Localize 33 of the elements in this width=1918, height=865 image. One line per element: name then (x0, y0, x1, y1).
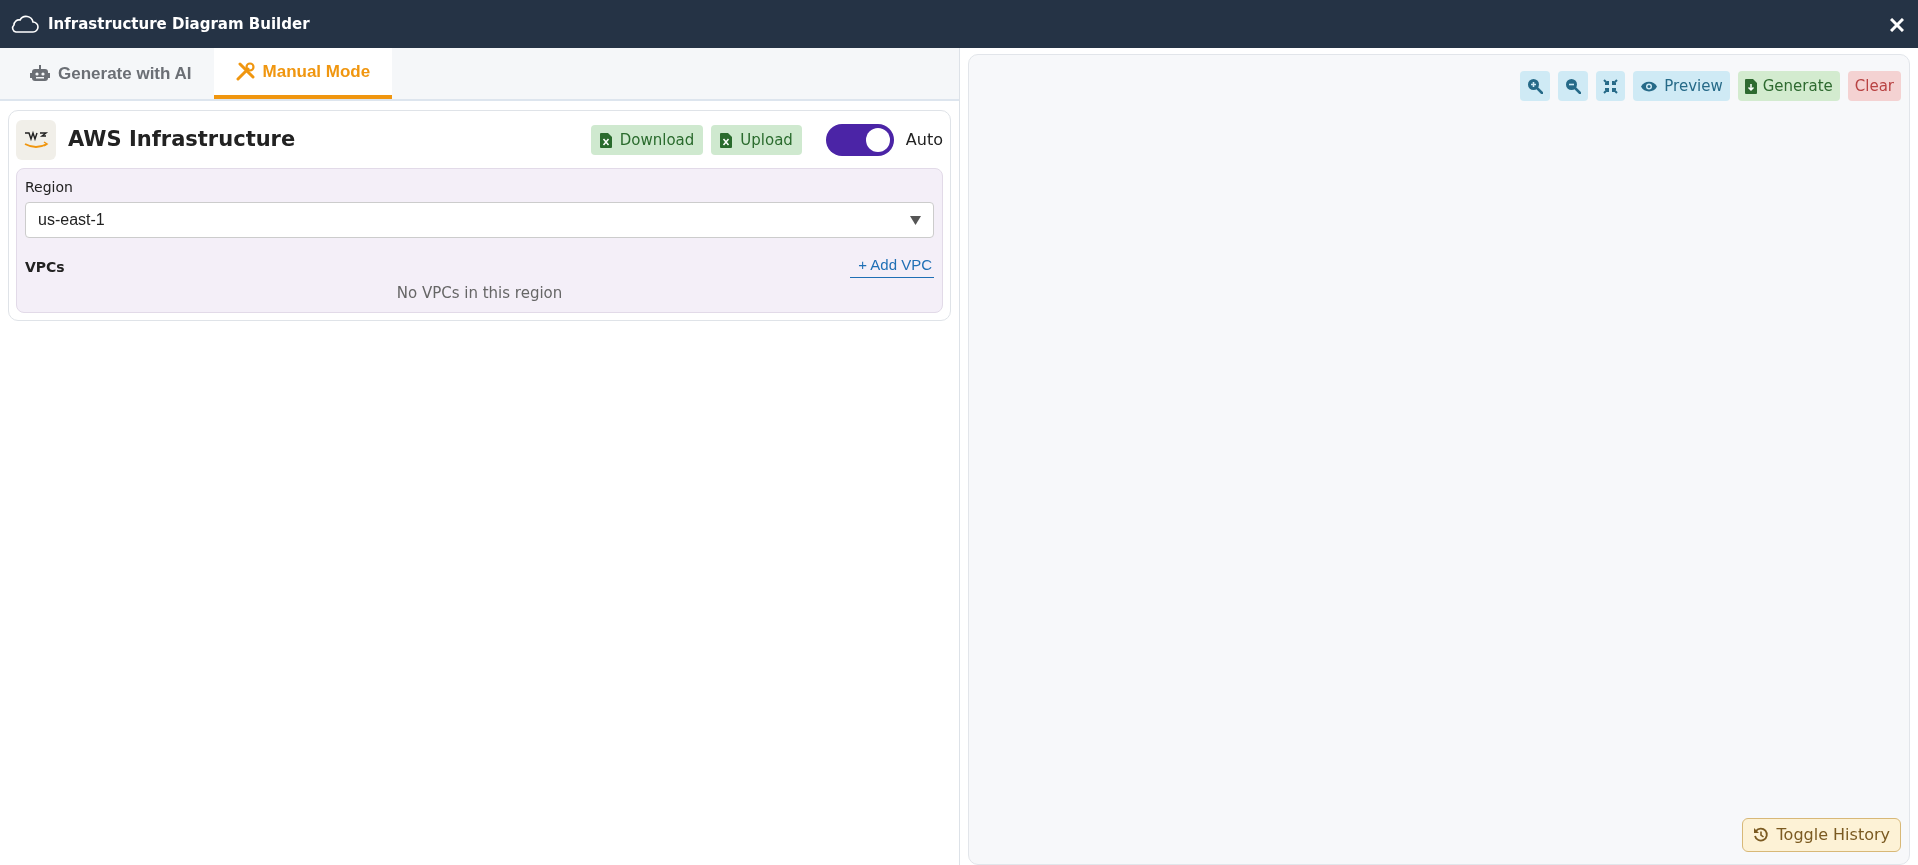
add-vpc-link[interactable]: + Add VPC (850, 254, 934, 278)
region-select[interactable]: us-east-1 (25, 202, 934, 238)
field-label: Region (25, 178, 74, 197)
download-button[interactable]: Download (590, 124, 704, 156)
toggle-history-button[interactable]: Toggle History (1741, 818, 1901, 852)
caret-icon (910, 215, 921, 225)
spreadsheet-file-icon (599, 132, 612, 148)
select-value: us-east-1 (38, 210, 105, 230)
tools-icon (235, 62, 255, 81)
robot-icon (30, 65, 50, 82)
window-title: Infrastructure Diagram Builder (48, 13, 310, 35)
compress-icon (1603, 78, 1619, 94)
zoom-in-icon (1527, 78, 1544, 94)
spreadsheet-file-icon (720, 132, 733, 148)
eye-icon (1640, 79, 1659, 93)
section-label: VPCs (25, 257, 65, 277)
close-icon (1890, 18, 1904, 32)
tab[interactable]: Generate with AI (8, 48, 214, 99)
history-icon (1752, 827, 1769, 843)
upload-button[interactable]: Upload (711, 124, 802, 156)
zoom-out-button[interactable] (1558, 71, 1589, 101)
provider-title: AWS Infrastructure (68, 126, 296, 154)
clear-button[interactable]: Clear (1847, 71, 1901, 101)
toggle-label: Auto (905, 129, 943, 151)
zoom-in-button[interactable] (1520, 71, 1551, 101)
auto-toggle[interactable] (825, 124, 894, 156)
generate-button[interactable]: Generate (1737, 71, 1840, 101)
preview-button[interactable]: Preview (1633, 71, 1730, 101)
empty-message: No VPCs in this region (395, 282, 564, 304)
zoom-out-icon (1565, 78, 1582, 94)
fit-button[interactable] (1596, 71, 1626, 101)
file-download-icon (1744, 78, 1757, 94)
aws-logo-icon (16, 120, 56, 160)
